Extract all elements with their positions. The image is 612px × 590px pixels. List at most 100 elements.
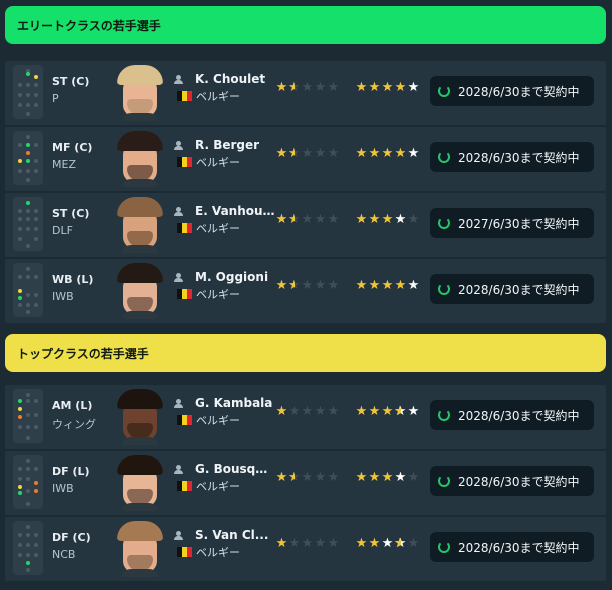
belgium-flag-icon [177, 157, 192, 167]
belgium-flag-icon [177, 289, 192, 299]
position-pitch-icon [13, 521, 43, 575]
player-face [117, 263, 163, 319]
section-title: トップクラスの若手選手 [17, 346, 149, 361]
current-ability-stars [275, 405, 340, 418]
player-face [117, 521, 163, 577]
position-pitch-icon [13, 263, 43, 317]
nationality: ベルギー [196, 90, 240, 103]
potential-ability-stars [355, 213, 420, 226]
belgium-flag-icon [177, 223, 192, 233]
renew-icon [438, 541, 450, 553]
contract-text: 2028/6/30まで契約中 [458, 540, 580, 555]
player-name[interactable]: K. Choulet [195, 72, 265, 86]
contract-text: 2028/6/30まで契約中 [458, 282, 580, 297]
person-icon [174, 141, 183, 150]
player-row[interactable]: MF (C) MEZ R. Berger ベルギー 2028/6/30まで契約中 [5, 127, 606, 191]
current-ability-stars [275, 213, 340, 226]
position-label: DF (C) [52, 531, 91, 544]
nationality: ベルギー [196, 414, 240, 427]
player-face [117, 131, 163, 187]
renew-icon [438, 283, 450, 295]
player-row[interactable]: ST (C) P K. Choulet ベルギー 2028/6/30まで契約中 [5, 61, 606, 125]
player-row[interactable]: WB (L) IWB M. Oggioni ベルギー 2028/6/30まで契約… [5, 259, 606, 323]
person-icon [174, 531, 183, 540]
player-row[interactable]: AM (L) ウィング G. Kambala ベルギー 2028/6/30まで契… [5, 385, 606, 449]
contract-text: 2028/6/30まで契約中 [458, 150, 580, 165]
player-name[interactable]: R. Berger [195, 138, 259, 152]
contract-text: 2027/6/30まで契約中 [458, 216, 580, 231]
person-icon [174, 273, 183, 282]
position-pitch-icon [13, 131, 43, 185]
contract-badge[interactable]: 2028/6/30まで契約中 [430, 142, 594, 172]
potential-ability-stars [355, 147, 420, 160]
current-ability-stars [275, 147, 340, 160]
nationality: ベルギー [196, 480, 240, 493]
player-name[interactable]: E. Vanhou... [195, 204, 275, 218]
person-icon [174, 399, 183, 408]
position-pitch-icon [13, 197, 43, 251]
potential-ability-stars [355, 537, 420, 550]
player-row[interactable]: DF (L) IWB G. Bousqu... ベルギー 2028/6/30まで… [5, 451, 606, 515]
role-label: ウィング [52, 418, 96, 431]
person-icon [174, 75, 183, 84]
person-icon [174, 465, 183, 474]
contract-badge[interactable]: 2028/6/30まで契約中 [430, 76, 594, 106]
renew-icon [438, 409, 450, 421]
nationality: ベルギー [196, 222, 240, 235]
player-name[interactable]: S. Van Cl... [195, 528, 268, 542]
nationality: ベルギー [196, 156, 240, 169]
current-ability-stars [275, 471, 340, 484]
renew-icon [438, 151, 450, 163]
renew-icon [438, 217, 450, 229]
player-name[interactable]: M. Oggioni [195, 270, 268, 284]
belgium-flag-icon [177, 547, 192, 557]
role-label: P [52, 92, 59, 105]
player-face [117, 455, 163, 511]
section-header-elite: エリートクラスの若手選手 [5, 6, 606, 44]
role-label: MEZ [52, 158, 76, 171]
position-label: MF (C) [52, 141, 93, 154]
role-label: NCB [52, 548, 76, 561]
renew-icon [438, 475, 450, 487]
position-label: ST (C) [52, 207, 90, 220]
belgium-flag-icon [177, 481, 192, 491]
nationality: ベルギー [196, 546, 240, 559]
potential-ability-stars [355, 471, 420, 484]
current-ability-stars [275, 81, 340, 94]
role-label: IWB [52, 482, 74, 495]
contract-badge[interactable]: 2028/6/30まで契約中 [430, 274, 594, 304]
position-pitch-icon [13, 65, 43, 119]
belgium-flag-icon [177, 415, 192, 425]
potential-ability-stars [355, 81, 420, 94]
player-row[interactable]: ST (C) DLF E. Vanhou... ベルギー 2027/6/30まで… [5, 193, 606, 257]
position-label: AM (L) [52, 399, 93, 412]
renew-icon [438, 85, 450, 97]
potential-ability-stars [355, 405, 420, 418]
player-name[interactable]: G. Bousqu... [195, 462, 275, 476]
potential-ability-stars [355, 279, 420, 292]
young-players-panel: エリートクラスの若手選手 ST (C) P K. Choulet ベルギー 20… [0, 0, 612, 590]
person-icon [174, 207, 183, 216]
contract-text: 2028/6/30まで契約中 [458, 408, 580, 423]
position-pitch-icon [13, 455, 43, 509]
role-label: IWB [52, 290, 74, 303]
player-face [117, 389, 163, 445]
contract-text: 2028/6/30まで契約中 [458, 84, 580, 99]
contract-badge[interactable]: 2028/6/30まで契約中 [430, 400, 594, 430]
position-label: DF (L) [52, 465, 90, 478]
contract-badge[interactable]: 2028/6/30まで契約中 [430, 532, 594, 562]
section-header-top: トップクラスの若手選手 [5, 334, 606, 372]
contract-badge[interactable]: 2027/6/30まで契約中 [430, 208, 594, 238]
player-name[interactable]: G. Kambala [195, 396, 272, 410]
contract-badge[interactable]: 2028/6/30まで契約中 [430, 466, 594, 496]
position-pitch-icon [13, 389, 43, 443]
position-label: ST (C) [52, 75, 90, 88]
position-label: WB (L) [52, 273, 94, 286]
belgium-flag-icon [177, 91, 192, 101]
contract-text: 2028/6/30まで契約中 [458, 474, 580, 489]
current-ability-stars [275, 537, 340, 550]
current-ability-stars [275, 279, 340, 292]
player-row[interactable]: DF (C) NCB S. Van Cl... ベルギー 2028/6/30まで… [5, 517, 606, 581]
section-title: エリートクラスの若手選手 [17, 18, 161, 33]
player-face [117, 197, 163, 253]
